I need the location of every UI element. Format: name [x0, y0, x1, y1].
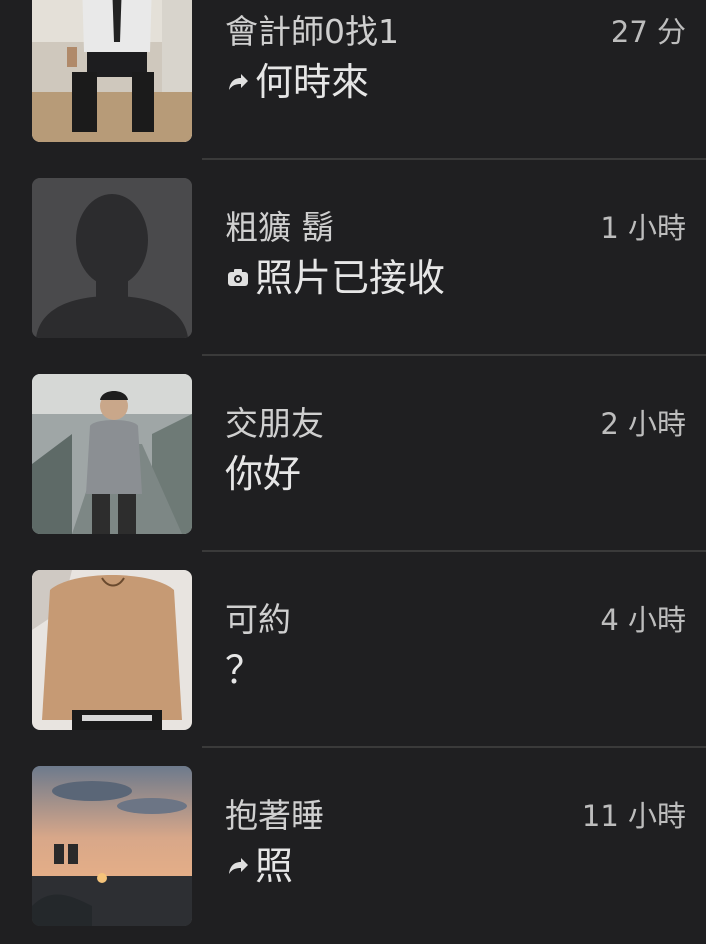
message-preview-text: ？: [225, 648, 264, 692]
avatar[interactable]: [32, 0, 192, 142]
forward-arrow-icon: [225, 69, 251, 95]
conversation-row[interactable]: 可約 4 小時 ？: [0, 552, 706, 748]
contact-name: 交朋友: [225, 404, 324, 443]
forward-arrow-icon: [225, 853, 251, 879]
conversation-row[interactable]: 交朋友 2 小時 你好: [0, 356, 706, 552]
avatar[interactable]: [32, 374, 192, 534]
conversation-row[interactable]: 會計師0找1 27 分 何時來: [0, 0, 706, 160]
profile-photo-shirtless: [32, 570, 192, 730]
avatar[interactable]: [32, 766, 192, 926]
message-preview: 照: [225, 842, 293, 890]
camera-icon: [225, 265, 251, 291]
profile-photo-sunset: [32, 766, 192, 926]
profile-photo-escalator: [32, 374, 192, 534]
contact-name: 會計師0找1: [225, 12, 399, 51]
message-time: 27 分: [610, 15, 686, 49]
contact-name: 抱著睡: [225, 796, 324, 835]
conversation-row[interactable]: 抱著睡 11 小時 照: [0, 748, 706, 944]
message-preview-text: 何時來: [255, 60, 370, 104]
conversation-list: 會計師0找1 27 分 何時來 粗獷 鬍 1 小時 照片已接收 交朋友 2 小時…: [0, 0, 706, 944]
message-preview: ？: [225, 646, 263, 694]
message-time: 1 小時: [600, 211, 686, 245]
message-preview: 何時來: [225, 58, 369, 106]
avatar[interactable]: [32, 178, 192, 338]
message-preview-text: 你好: [225, 452, 302, 496]
profile-photo-man-in-suit: [32, 0, 192, 142]
message-preview: 你好: [225, 450, 301, 498]
message-time: 11 小時: [581, 799, 686, 833]
message-preview: 照片已接收: [225, 254, 445, 302]
message-preview-text: 照: [255, 844, 294, 888]
message-time: 4 小時: [600, 603, 686, 637]
message-time: 2 小時: [600, 407, 686, 441]
contact-name: 粗獷 鬍: [225, 208, 335, 247]
contact-name: 可約: [225, 600, 291, 639]
avatar[interactable]: [32, 570, 192, 730]
message-preview-text: 照片已接收: [255, 256, 446, 300]
default-silhouette-avatar: [32, 178, 192, 338]
conversation-row[interactable]: 粗獷 鬍 1 小時 照片已接收: [0, 160, 706, 356]
